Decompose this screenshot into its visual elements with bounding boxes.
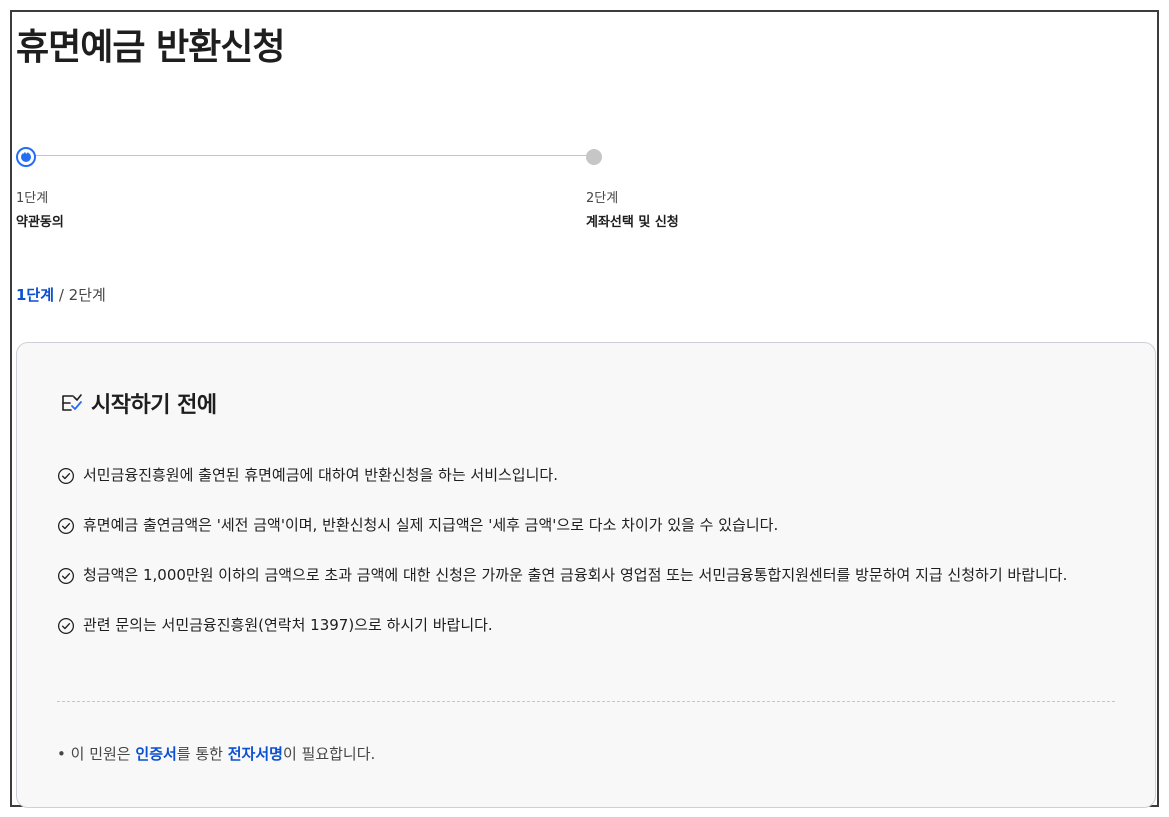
note-mid: 를 통한: [176, 745, 223, 763]
certificate-note: • 이 민원은 인증서를 통한 전자서명이 필요합니다.: [57, 743, 375, 764]
list-item: 휴면예금 출연금액은 '세전 금액'이며, 반환신청시 실제 지급액은 '세후 …: [57, 513, 1117, 538]
note-esignature-highlight: 전자서명: [227, 745, 283, 763]
step-1-label: 약관동의: [16, 215, 64, 230]
step-1-number: 1단계: [16, 191, 49, 206]
page-title: 휴면예금 반환신청: [16, 27, 285, 68]
check-circle-icon: [57, 467, 75, 485]
check-circle-icon: [57, 567, 75, 585]
step-2-number: 2단계: [586, 191, 619, 206]
step-2-indicator: [586, 149, 602, 165]
list-item: 청금액은 1,000만원 이하의 금액으로 초과 금액에 대한 신청은 가까운 …: [57, 563, 1117, 588]
list-item-text: 서민금융진흥원에 출연된 휴면예금에 대하여 반환신청을 하는 서비스입니다.: [83, 466, 558, 484]
step-2-label: 계좌선택 및 신청: [586, 215, 679, 230]
stepper: ••• 1단계 약관동의 2단계 계좌선택 및 신청: [12, 147, 1152, 230]
breadcrumb-next-step: 2단계: [68, 286, 106, 304]
breadcrumb-separator: /: [58, 286, 64, 304]
step-progress-line: [28, 155, 594, 156]
list-item: 관련 문의는 서민금융진흥원(연락처 1397)으로 하시기 바랍니다.: [57, 613, 1117, 638]
note-prefix: 이 민원은: [70, 745, 131, 763]
note-certificate-highlight: 인증서: [135, 745, 177, 763]
card-header: 시작하기 전에: [59, 387, 217, 419]
list-item-text: 청금액은 1,000만원 이하의 금액으로 초과 금액에 대한 신청은 가까운 …: [83, 566, 1068, 584]
card-title: 시작하기 전에: [91, 393, 217, 418]
check-circle-icon: [57, 517, 75, 535]
dashed-divider: [57, 701, 1115, 702]
step-1-indicator: •••: [16, 147, 36, 167]
breadcrumb-current-step: 1단계: [16, 286, 55, 304]
list-item-text: 관련 문의는 서민금융진흥원(연락처 1397)으로 하시기 바랍니다.: [83, 616, 493, 634]
note-bullet: •: [57, 745, 66, 763]
list-item-text: 휴면예금 출연금액은 '세전 금액'이며, 반환신청시 실제 지급액은 '세후 …: [83, 516, 779, 534]
note-suffix: 이 필요합니다.: [282, 745, 376, 763]
checklist-icon: [62, 394, 82, 411]
notice-list: 서민금융진흥원에 출연된 휴면예금에 대하여 반환신청을 하는 서비스입니다. …: [57, 463, 1117, 638]
check-circle-icon: [57, 617, 75, 635]
page-frame: 휴면예금 반환신청 ••• 1단계 약관동의 2단계 계좌선택 및 신청 1단계…: [10, 10, 1159, 808]
intro-card: 시작하기 전에 서민금융진흥원에 출연된 휴면예금에 대하여 반환신청을 하는 …: [16, 342, 1156, 808]
step-breadcrumb: 1단계 / 2단계: [16, 284, 106, 305]
list-item: 서민금융진흥원에 출연된 휴면예금에 대하여 반환신청을 하는 서비스입니다.: [57, 463, 1117, 488]
